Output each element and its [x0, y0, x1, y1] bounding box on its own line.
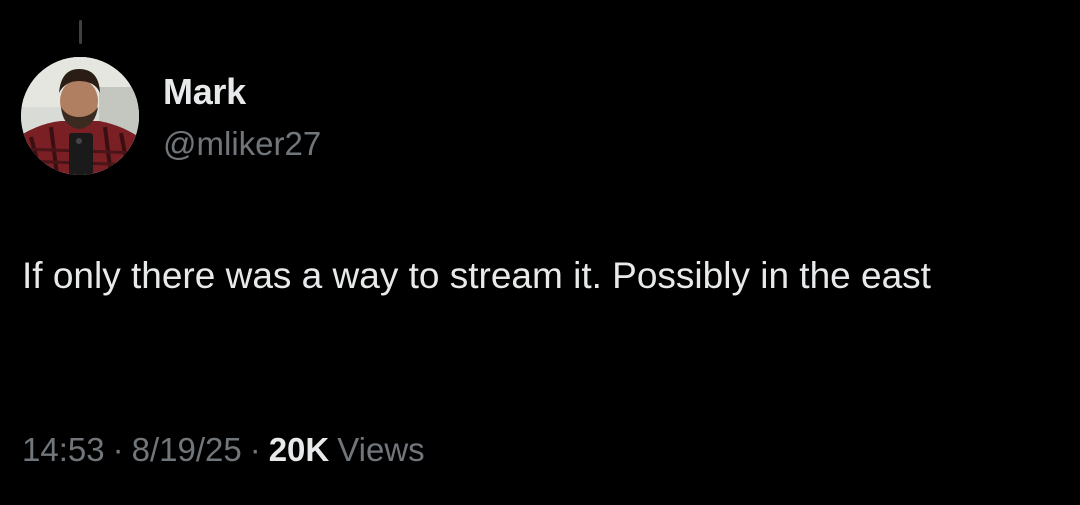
meta-separator: ·: [249, 431, 261, 468]
tweet-text: If only there was a way to stream it. Po…: [22, 255, 931, 296]
tweet-date[interactable]: 8/19/25: [132, 431, 242, 468]
meta-separator: ·: [112, 431, 124, 468]
author-display-name[interactable]: Mark: [163, 70, 246, 114]
tweet-time[interactable]: 14:53: [22, 431, 105, 468]
avatar[interactable]: [21, 57, 139, 175]
view-count[interactable]: 20K: [269, 431, 330, 468]
thread-connector-line: [79, 20, 82, 44]
avatar-photo: [21, 57, 139, 175]
views-label[interactable]: Views: [329, 431, 424, 468]
tweet-meta: 14:53 · 8/19/25 · 20K Views: [22, 428, 425, 472]
author-handle[interactable]: @mliker27: [163, 123, 321, 165]
